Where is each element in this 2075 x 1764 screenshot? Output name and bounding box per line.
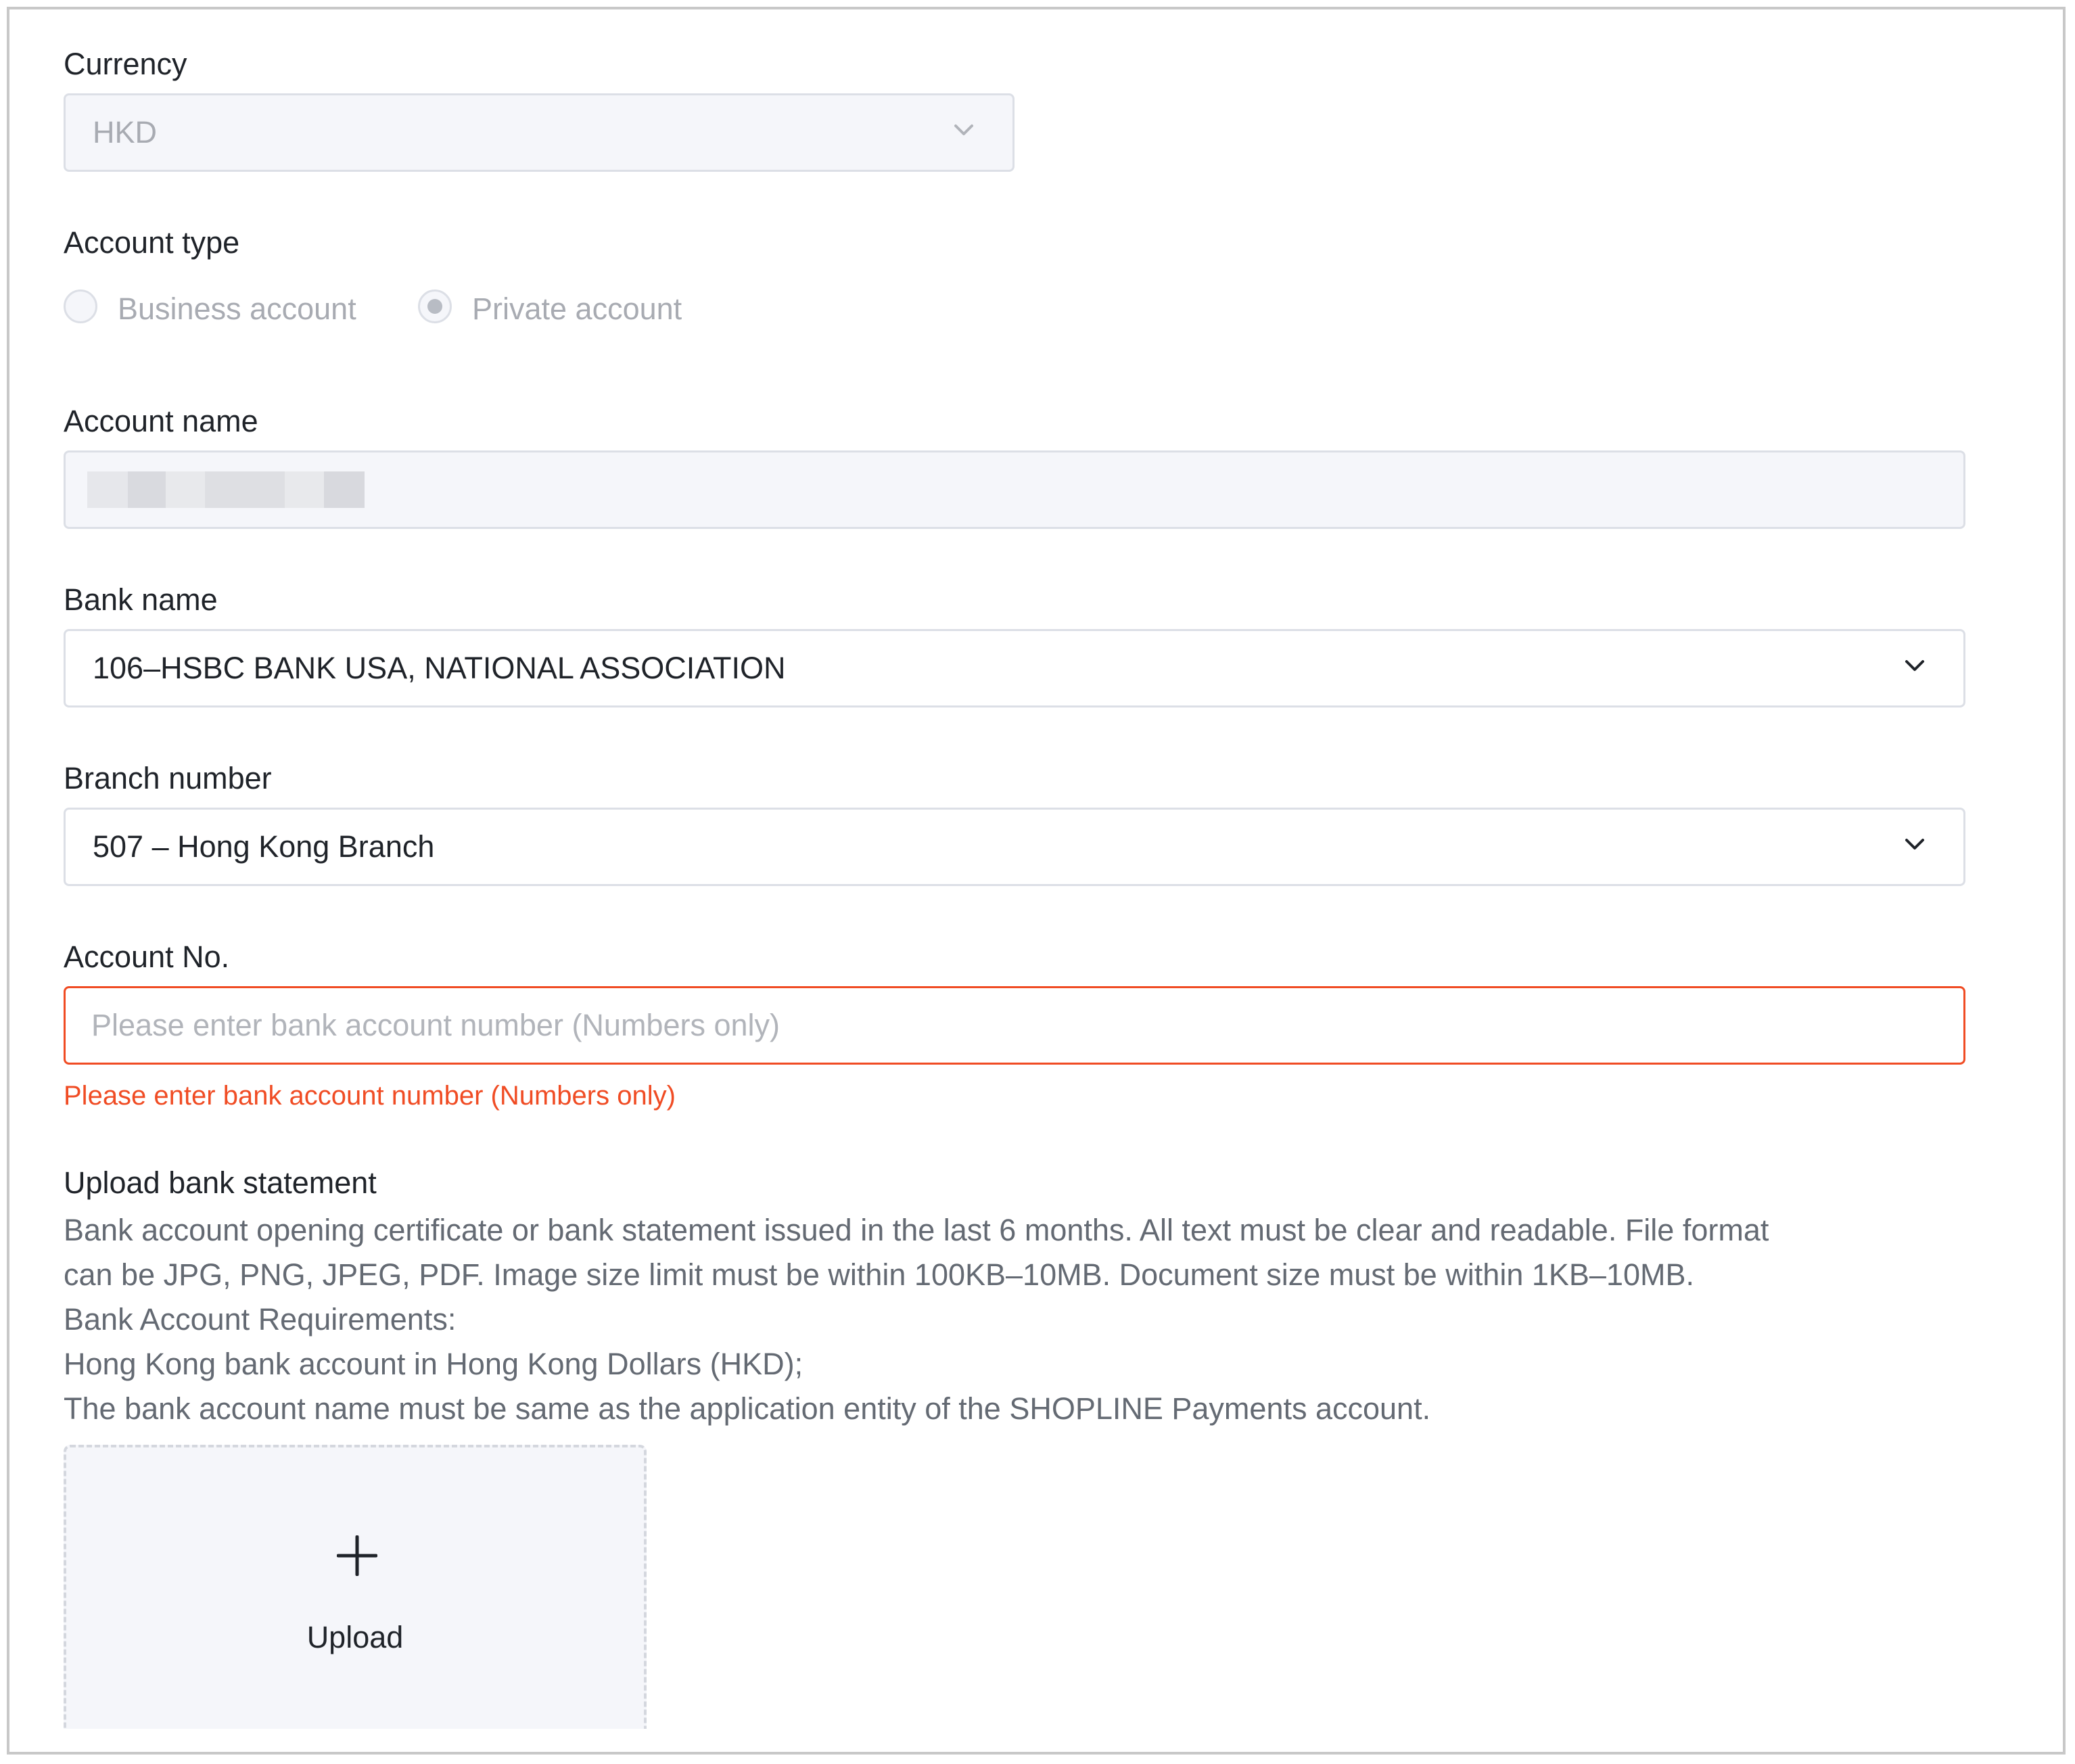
upload-statement-description: Bank account opening certificate or bank… [64, 1208, 1978, 1431]
currency-label: Currency [64, 47, 187, 81]
business-account-label[interactable]: Business account [118, 294, 356, 324]
account-no-label: Account No. [64, 939, 230, 974]
bank-name-select[interactable]: 106–HSBC BANK USA, NATIONAL ASSOCIATION [64, 629, 1965, 707]
redacted-block [166, 471, 205, 508]
redacted-block [324, 471, 365, 508]
account-no-error: Please enter bank account number (Number… [64, 1081, 676, 1111]
currency-select[interactable]: HKD [64, 93, 1015, 172]
bank-name-value: 106–HSBC BANK USA, NATIONAL ASSOCIATION [93, 651, 786, 685]
redacted-block [285, 471, 324, 508]
redacted-block [87, 471, 128, 508]
branch-number-select[interactable]: 507 – Hong Kong Branch [64, 808, 1965, 886]
private-account-label[interactable]: Private account [472, 294, 682, 324]
account-no-field[interactable] [64, 986, 1965, 1065]
branch-number-label: Branch number [64, 761, 272, 795]
bank-name-label: Bank name [64, 582, 218, 617]
radio-selected-dot [427, 299, 442, 314]
plus-icon [337, 1535, 377, 1576]
business-account-radio[interactable] [64, 289, 97, 323]
description-line: Hong Kong bank account in Hong Kong Doll… [64, 1347, 803, 1381]
currency-value: HKD [93, 115, 158, 149]
description-line: The bank account name must be same as th… [64, 1391, 1431, 1426]
branch-number-value: 507 – Hong Kong Branch [93, 829, 435, 864]
chevron-down-icon [954, 124, 973, 135]
account-type-label: Account type [64, 225, 240, 260]
private-account-radio[interactable] [418, 289, 452, 323]
upload-statement-label: Upload bank statement [64, 1165, 377, 1200]
account-no-input[interactable] [66, 988, 1963, 1063]
redacted-block [205, 471, 285, 508]
chevron-down-icon [1905, 839, 1924, 850]
redacted-block [128, 471, 166, 508]
upload-button[interactable]: Upload [64, 1445, 647, 1729]
description-line: Bank Account Requirements: [64, 1302, 457, 1337]
description-line: Bank account opening certificate or bank… [64, 1213, 1769, 1247]
account-name-field[interactable] [64, 450, 1965, 529]
upload-label: Upload [306, 1620, 404, 1654]
account-name-label: Account name [64, 404, 258, 438]
description-line: can be JPG, PNG, JPEG, PDF. Image size l… [64, 1257, 1694, 1292]
bank-account-form: Currency HKD Account type Business accou… [7, 7, 2066, 1755]
chevron-down-icon [1905, 660, 1924, 671]
